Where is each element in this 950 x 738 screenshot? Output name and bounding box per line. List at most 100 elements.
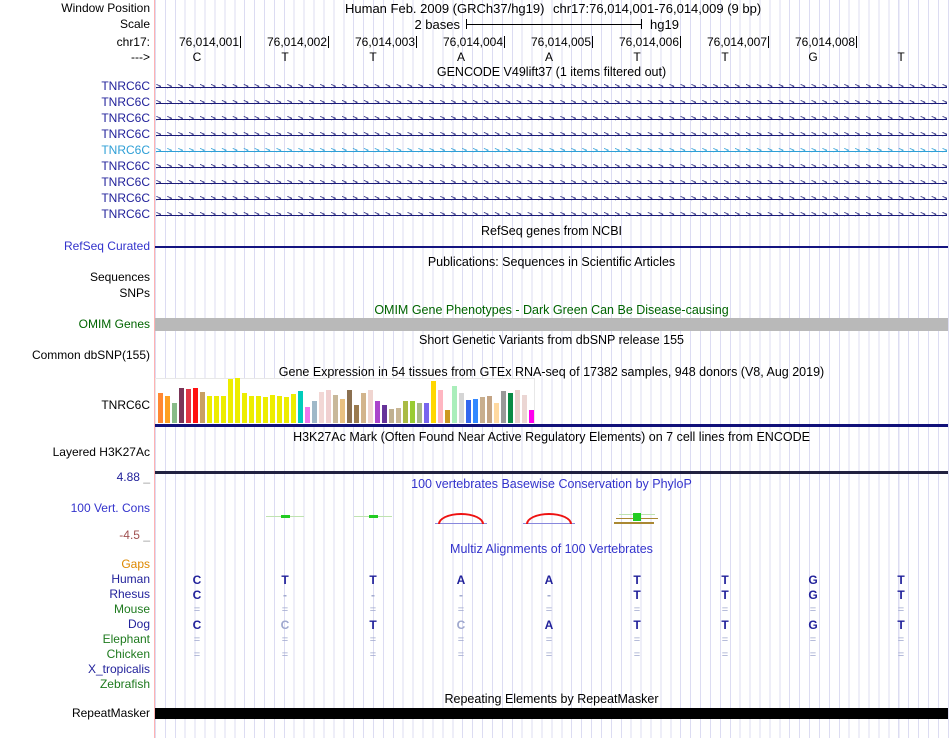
multiz-species-label-zebrafish[interactable]: Zebrafish (0, 678, 150, 691)
multiz-track-title[interactable]: Multiz Alignments of 100 Vertebrates (155, 543, 948, 556)
gencode-transcript-line[interactable]: >>>>>>>>>>>>>>>>>>>>>>>>>>>>>>>>>>>>>>>>… (156, 146, 947, 157)
coordinate-tick (416, 36, 418, 48)
multiz-alignment-base: T (633, 573, 641, 587)
omim-genes-label[interactable]: OMIM Genes (0, 318, 150, 331)
gencode-gene-label[interactable]: TNRC6C (0, 80, 150, 93)
gencode-transcript-line[interactable]: >>>>>>>>>>>>>>>>>>>>>>>>>>>>>>>>>>>>>>>>… (156, 162, 947, 173)
gtex-tissue-bar (396, 408, 401, 423)
gtex-baseline (155, 424, 948, 427)
multiz-alignment-base: = (281, 649, 289, 661)
multiz-alignment-base: = (633, 634, 641, 646)
refseq-curated-label[interactable]: RefSeq Curated (0, 240, 150, 253)
gencode-gene-label[interactable]: TNRC6C (0, 208, 150, 221)
multiz-species-label-chicken[interactable]: Chicken (0, 648, 150, 661)
multiz-alignment-base: T (721, 618, 729, 632)
repeatmasker-label[interactable]: RepeatMasker (0, 707, 150, 720)
phylop-min-value: -4.5 _ (119, 528, 150, 542)
gencode-gene-label[interactable]: TNRC6C (0, 128, 150, 141)
publications-sequences-label[interactable]: Sequences (0, 271, 150, 284)
multiz-alignment-base: - (547, 588, 551, 602)
reference-base-letter: A (456, 50, 465, 64)
refseq-track-title[interactable]: RefSeq genes from NCBI (155, 225, 948, 238)
multiz-alignment-base: C (192, 618, 202, 632)
reference-base-letter: A (544, 50, 553, 64)
coordinate-tick-label: 76,014,004 (442, 35, 506, 49)
phylop-green-dash (281, 515, 290, 518)
gencode-transcript-line[interactable]: >>>>>>>>>>>>>>>>>>>>>>>>>>>>>>>>>>>>>>>>… (156, 194, 947, 205)
gencode-track-title[interactable]: GENCODE V49lift37 (1 items filtered out) (155, 66, 948, 79)
gencode-transcript-line[interactable]: >>>>>>>>>>>>>>>>>>>>>>>>>>>>>>>>>>>>>>>>… (156, 178, 947, 189)
gencode-gene-label[interactable]: TNRC6C (0, 160, 150, 173)
repeatmasker-dense-bar[interactable] (155, 708, 948, 719)
gencode-gene-label[interactable]: TNRC6C (0, 176, 150, 189)
gencode-gene-label[interactable]: TNRC6C (0, 112, 150, 125)
multiz-gaps-label[interactable]: Gaps (0, 558, 150, 571)
chromosome-label: chr17: (116, 35, 150, 49)
gtex-tissue-bar (452, 386, 457, 423)
gencode-transcript-line[interactable]: >>>>>>>>>>>>>>>>>>>>>>>>>>>>>>>>>>>>>>>>… (156, 130, 947, 141)
100-vert-cons-label[interactable]: 100 Vert. Cons (0, 502, 150, 515)
gtex-tissue-bar (305, 407, 310, 423)
coordinate-tick-label: 76,014,006 (618, 35, 682, 49)
gencode-transcript-line[interactable]: >>>>>>>>>>>>>>>>>>>>>>>>>>>>>>>>>>>>>>>>… (156, 82, 947, 93)
multiz-species-label-rhesus[interactable]: Rhesus (0, 588, 150, 601)
multiz-species-label-elephant[interactable]: Elephant (0, 633, 150, 646)
gtex-tissue-bar (494, 403, 499, 423)
layered-h3k27ac-label[interactable]: Layered H3K27Ac (0, 446, 150, 459)
phylop-green-square (633, 513, 641, 521)
dbsnp-track-title[interactable]: Short Genetic Variants from dbSNP releas… (155, 334, 948, 347)
multiz-species-label-human[interactable]: Human (0, 573, 150, 586)
publications-track-title[interactable]: Publications: Sequences in Scientific Ar… (155, 256, 948, 269)
multiz-species-label-x_tropicalis[interactable]: X_tropicalis (0, 663, 150, 676)
refseq-curated-item[interactable] (155, 246, 948, 248)
multiz-alignment-base: = (897, 649, 905, 661)
multiz-alignment-base: C (280, 618, 290, 632)
multiz-alignment-base: T (633, 618, 641, 632)
multiz-alignment-base: = (897, 604, 905, 616)
gtex-tissue-bar (375, 401, 380, 423)
gtex-tissue-bar (291, 394, 296, 423)
repeatmasker-track-title[interactable]: Repeating Elements by RepeatMasker (155, 693, 948, 706)
publications-snps-label[interactable]: SNPs (0, 287, 150, 300)
multiz-alignment-base: = (545, 649, 553, 661)
multiz-alignment-base: C (456, 618, 466, 632)
common-dbsnp-label[interactable]: Common dbSNP(155) (0, 349, 150, 362)
multiz-alignment-base: = (369, 649, 377, 661)
gtex-tissue-bar (249, 396, 254, 423)
coordinate-tick-label: 76,014,008 (794, 35, 858, 49)
multiz-alignment-base: = (281, 634, 289, 646)
reference-base-letter: C (192, 50, 202, 64)
genome-browser-image: Window Position Scale chr17: ---> Human … (0, 0, 950, 738)
multiz-alignment-base: A (544, 573, 554, 587)
multiz-alignment-base: G (808, 618, 818, 632)
multiz-alignment-base: = (193, 649, 201, 661)
multiz-alignment-base: C (192, 573, 202, 587)
gencode-gene-label[interactable]: TNRC6C (0, 96, 150, 109)
gtex-tissue-bar (438, 390, 443, 423)
gencode-gene-label[interactable]: TNRC6C (0, 144, 150, 157)
multiz-alignment-base: A (544, 618, 554, 632)
omim-dense-bar[interactable] (155, 318, 948, 331)
gtex-tissue-bar (403, 401, 408, 423)
multiz-alignment-base: T (721, 573, 729, 587)
multiz-species-label-mouse[interactable]: Mouse (0, 603, 150, 616)
h3k27ac-signal-line[interactable] (155, 471, 948, 474)
phylop-track-title[interactable]: 100 vertebrates Basewise Conservation by… (155, 478, 948, 491)
gtex-tissue-bar (466, 400, 471, 423)
multiz-species-label-dog[interactable]: Dog (0, 618, 150, 631)
gencode-transcript-line[interactable]: >>>>>>>>>>>>>>>>>>>>>>>>>>>>>>>>>>>>>>>>… (156, 98, 947, 109)
gencode-transcript-line[interactable]: >>>>>>>>>>>>>>>>>>>>>>>>>>>>>>>>>>>>>>>>… (156, 210, 947, 221)
gtex-tissue-bar (186, 389, 191, 423)
gtex-tissue-bar (382, 405, 387, 423)
gtex-gene-label[interactable]: TNRC6C (0, 399, 150, 412)
scale-assembly-text: hg19 (650, 17, 679, 32)
gencode-gene-label[interactable]: TNRC6C (0, 192, 150, 205)
gtex-tissue-bar (312, 401, 317, 423)
gtex-tissue-bar (214, 396, 219, 423)
h3k27ac-track-title[interactable]: H3K27Ac Mark (Often Found Near Active Re… (155, 431, 948, 444)
gtex-tissue-bar (347, 390, 352, 423)
omim-track-title[interactable]: OMIM Gene Phenotypes - Dark Green Can Be… (155, 304, 948, 317)
gencode-transcript-line[interactable]: >>>>>>>>>>>>>>>>>>>>>>>>>>>>>>>>>>>>>>>>… (156, 114, 947, 125)
gtex-tissue-bar (529, 410, 534, 423)
gtex-expression-plot[interactable] (155, 378, 535, 426)
